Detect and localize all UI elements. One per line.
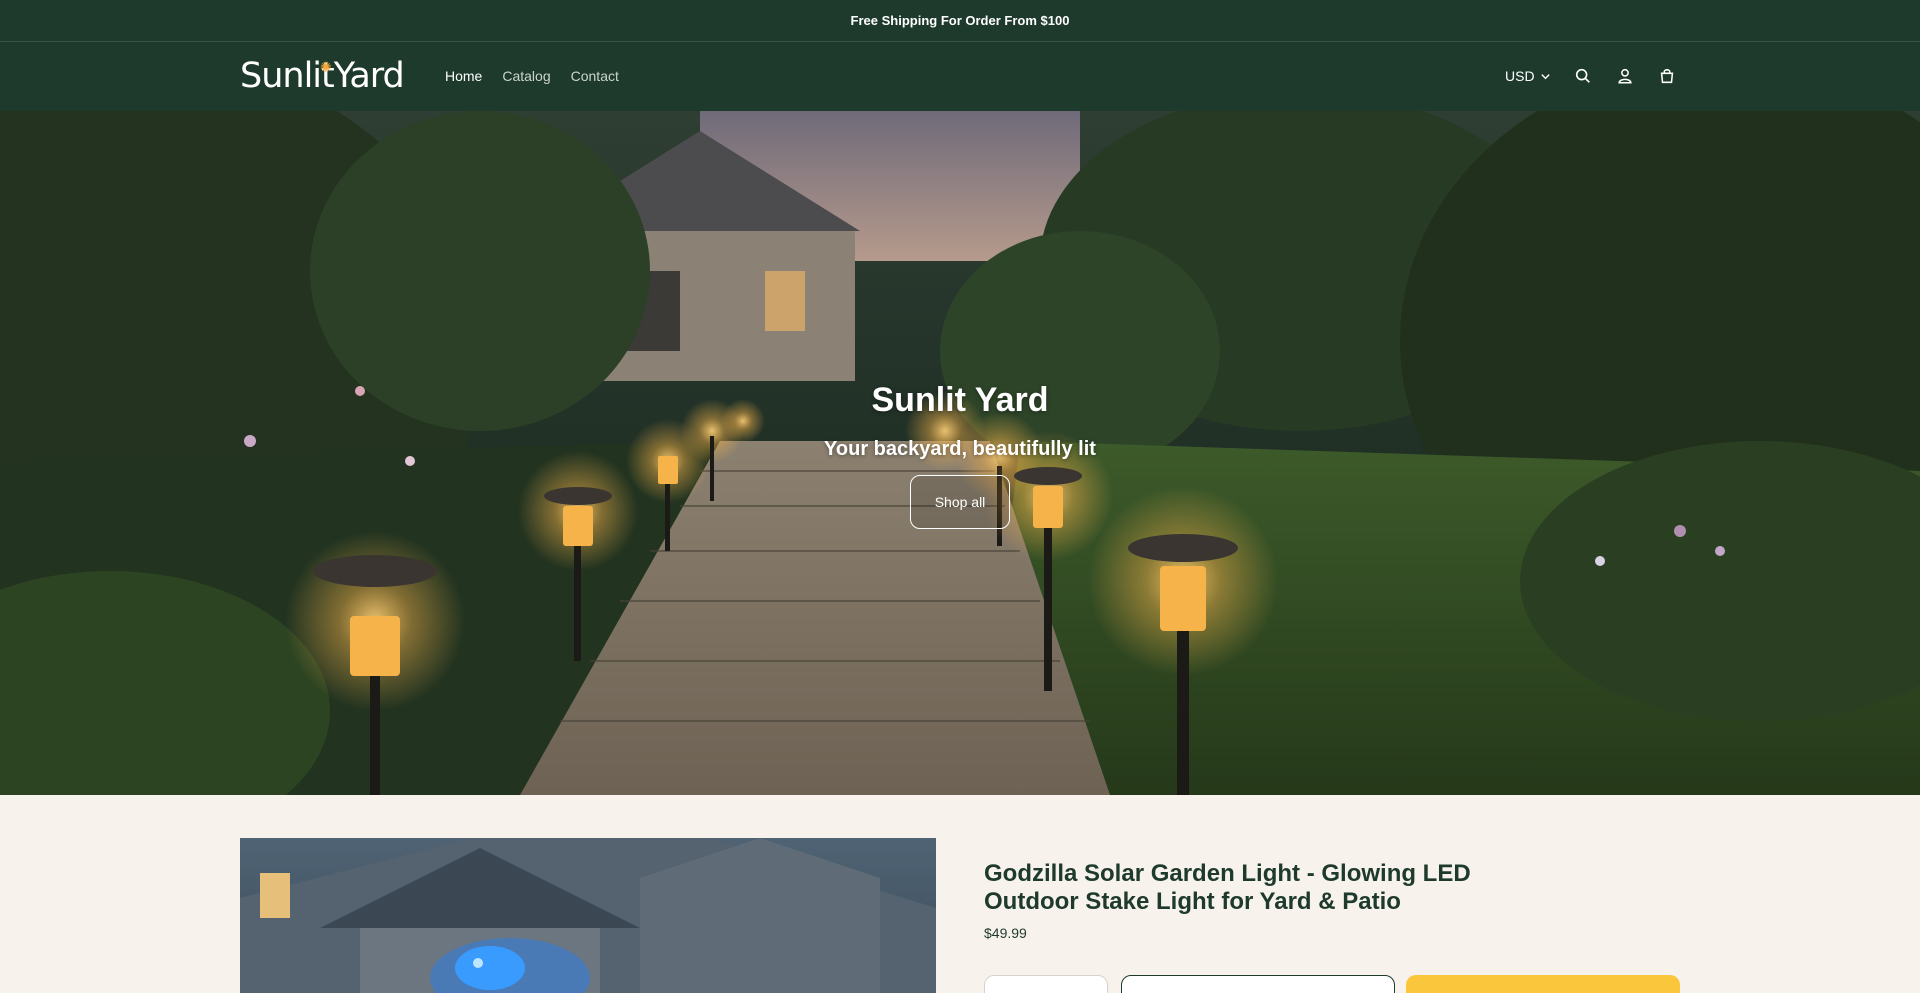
cart-icon[interactable] <box>1655 64 1679 88</box>
site-logo[interactable]: SunlitYard ✺ <box>240 56 405 96</box>
header-utilities: USD <box>1505 64 1697 88</box>
sun-icon: ✺ <box>320 60 332 76</box>
announcement-text: Free Shipping For Order From $100 <box>850 13 1070 28</box>
hero-subtitle: Your backyard, beautifully lit <box>824 438 1096 460</box>
search-icon[interactable] <box>1571 64 1595 88</box>
hero-title: Sunlit Yard <box>871 381 1049 419</box>
add-to-cart-button[interactable] <box>1121 975 1395 993</box>
announcement-bar: Free Shipping For Order From $100 <box>0 0 1920 42</box>
account-icon[interactable] <box>1613 64 1637 88</box>
main-nav: Home Catalog Contact <box>445 68 619 84</box>
nav-item-home[interactable]: Home <box>445 68 482 84</box>
hero-content: Sunlit Yard Your backyard, beautifully l… <box>0 381 1920 529</box>
quantity-stepper[interactable] <box>984 975 1108 993</box>
nav-item-catalog[interactable]: Catalog <box>502 68 550 84</box>
buy-now-button[interactable] <box>1406 975 1680 993</box>
product-photo <box>240 838 936 993</box>
hero-banner: Sunlit Yard Your backyard, beautifully l… <box>0 111 1920 795</box>
shop-all-button[interactable]: Shop all <box>910 475 1010 529</box>
site-header: SunlitYard ✺ Home Catalog Contact USD <box>0 42 1920 111</box>
chevron-down-icon <box>1540 73 1550 79</box>
product-price: $49.99 <box>984 925 1027 941</box>
featured-product: Godzilla Solar Garden Light - Glowing LE… <box>0 795 1920 993</box>
product-title: Godzilla Solar Garden Light - Glowing LE… <box>984 860 1471 915</box>
currency-label: USD <box>1505 68 1535 84</box>
currency-selector[interactable]: USD <box>1505 68 1551 84</box>
nav-item-contact[interactable]: Contact <box>571 68 619 84</box>
product-image[interactable] <box>240 838 936 993</box>
